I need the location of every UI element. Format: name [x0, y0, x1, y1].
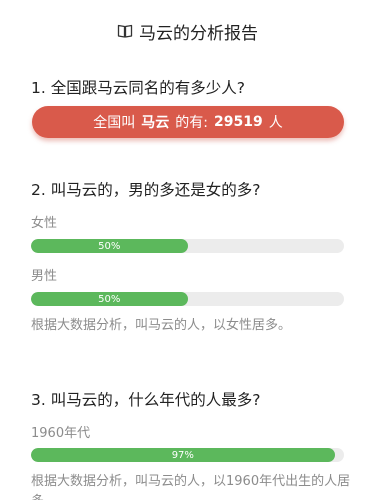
book-icon — [117, 23, 133, 39]
female-label: 女性 — [31, 216, 58, 231]
decade-percent: 97% — [171, 449, 194, 461]
banner-middle: 的有: — [175, 115, 208, 131]
male-label: 男性 — [31, 269, 58, 284]
page-title: 马云的分析报告 — [139, 23, 258, 44]
female-progress-fill: 50% — [31, 239, 188, 253]
decade-progress-fill: 97% — [31, 448, 335, 462]
decade-analysis-note: 根据大数据分析，叫马云的人，以1960年代出生的人居多。 — [31, 474, 351, 500]
male-progress-bar: 50% — [31, 292, 344, 306]
question-1-title: 1. 全国跟马云同名的有多少人? — [31, 79, 245, 97]
page-header: 马云的分析报告 — [0, 0, 375, 62]
banner-name: 马云 — [141, 115, 170, 131]
report-page: 马云的分析报告 1. 全国跟马云同名的有多少人? 全国叫 马云 的有: 2951… — [0, 0, 375, 500]
decade-label: 1960年代 — [31, 426, 91, 441]
question-2-title: 2. 叫马云的，男的多还是女的多? — [31, 181, 261, 199]
question-3-title: 3. 叫马云的，什么年代的人最多? — [31, 391, 261, 409]
female-progress-bar: 50% — [31, 239, 344, 253]
banner-prefix: 全国叫 — [93, 115, 136, 131]
banner-count: 29519 — [214, 114, 263, 130]
gender-analysis-note: 根据大数据分析，叫马云的人，以女性居多。 — [31, 318, 292, 333]
male-progress-fill: 50% — [31, 292, 188, 306]
female-percent: 50% — [98, 240, 121, 252]
male-percent: 50% — [98, 293, 121, 305]
name-count-banner: 全国叫 马云 的有: 29519 人 — [32, 106, 344, 138]
decade-progress-bar: 97% — [31, 448, 344, 462]
banner-unit: 人 — [268, 115, 283, 131]
